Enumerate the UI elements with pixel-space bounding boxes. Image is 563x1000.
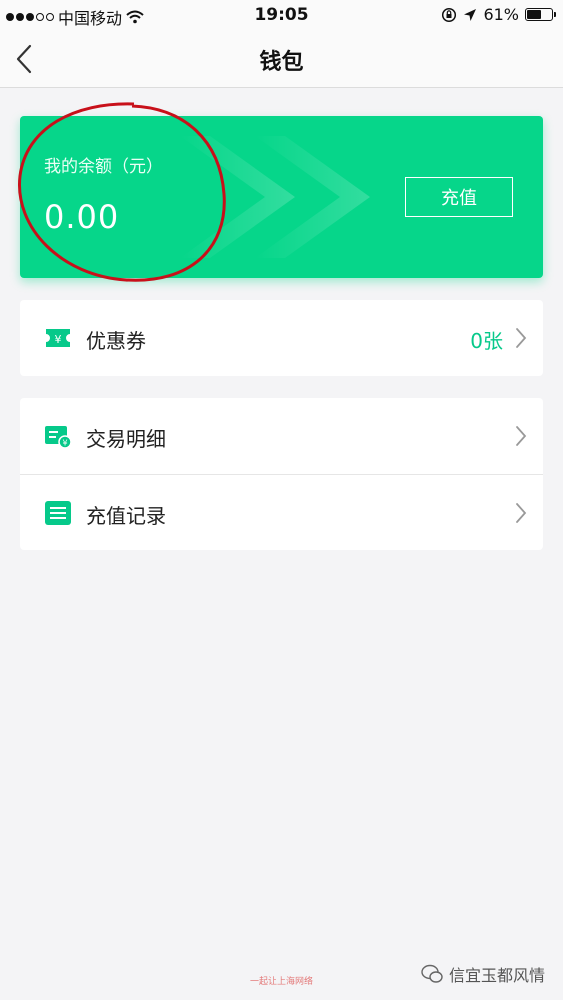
svg-text:¥: ¥ bbox=[62, 439, 67, 448]
transaction-detail-item[interactable]: ¥ 交易明细 bbox=[20, 398, 543, 474]
records-group: ¥ 交易明细 充值记录 bbox=[20, 398, 543, 550]
footer-brand-name: 信宜玉都风情 bbox=[448, 966, 545, 985]
navigation-bar: 钱包 bbox=[0, 30, 563, 88]
wechat-icon bbox=[421, 964, 443, 983]
chevron-right-icon bbox=[516, 426, 527, 446]
transaction-icon: ¥ bbox=[45, 426, 72, 449]
footer-brand: 信宜玉都风情 bbox=[421, 962, 545, 986]
chevron-right-icon bbox=[516, 328, 527, 348]
coupon-group: ¥ 优惠券 0张 bbox=[20, 300, 543, 376]
recharge-button[interactable]: 充值 bbox=[405, 177, 513, 217]
list-icon bbox=[45, 501, 71, 525]
recharge-record-item[interactable]: 充值记录 bbox=[20, 474, 543, 550]
transaction-detail-label: 交易明细 bbox=[86, 427, 166, 451]
annotation-circle-icon bbox=[18, 102, 226, 282]
coupon-label: 优惠券 bbox=[86, 329, 146, 353]
location-icon bbox=[464, 8, 477, 21]
battery-icon bbox=[525, 8, 556, 21]
recharge-record-label: 充值记录 bbox=[86, 504, 166, 528]
status-right: 61% bbox=[441, 5, 556, 24]
chevron-right-icon bbox=[516, 503, 527, 523]
status-bar: 中国移动 19:05 61% bbox=[0, 0, 563, 30]
coupon-item[interactable]: ¥ 优惠券 0张 bbox=[20, 300, 543, 376]
coupon-count: 0张 bbox=[470, 329, 503, 353]
svg-text:¥: ¥ bbox=[55, 333, 62, 346]
coupon-icon: ¥ bbox=[46, 329, 70, 347]
battery-percent: 61% bbox=[483, 5, 519, 24]
rotation-lock-icon bbox=[442, 7, 457, 22]
page-title: 钱包 bbox=[259, 50, 304, 75]
